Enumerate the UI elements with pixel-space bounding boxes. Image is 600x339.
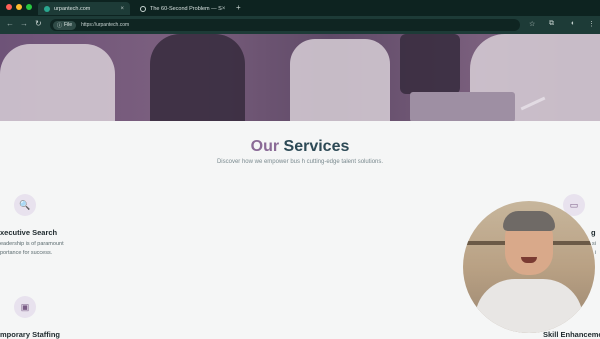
service-desc-line: eadership is of paramount: [0, 241, 64, 247]
search-icon: 🔍: [14, 194, 36, 216]
menu-icon[interactable]: ⋮: [588, 20, 595, 28]
services-subtitle: Discover how we empower bus h cutting-ed…: [216, 159, 384, 165]
service-desc-line: portance for success.: [0, 250, 53, 256]
site-favicon-icon: [44, 5, 50, 12]
tab-title: The 60-Second Problem — S: [150, 5, 222, 12]
tab-urpantech[interactable]: urpantech.com ×: [38, 2, 130, 15]
minimize-window-button[interactable]: [16, 4, 22, 10]
tab-60-second-problem[interactable]: The 60-Second Problem — S ×: [134, 2, 230, 15]
globe-icon: [140, 5, 146, 12]
heading-accent-word: Our: [250, 138, 280, 155]
close-window-button[interactable]: [6, 4, 12, 10]
service-title-executive-search: xecutive Search: [0, 228, 58, 237]
maximize-window-button[interactable]: [26, 4, 32, 10]
address-bar[interactable]: ⓘ File https://urpantech.com: [50, 19, 520, 31]
browser-chrome: urpantech.com × The 60-Second Problem — …: [0, 0, 600, 34]
heading-word: Services: [283, 138, 350, 155]
browser-toolbar: ← → ↻ ⓘ File https://urpantech.com ☆ ⧉ ◐…: [0, 16, 600, 34]
close-tab-icon[interactable]: ×: [120, 6, 124, 12]
window-controls: [6, 4, 32, 10]
chip-label: File: [64, 22, 73, 28]
tab-bar: urpantech.com × The 60-Second Problem — …: [0, 0, 600, 16]
bookmark-star-icon[interactable]: ☆: [529, 20, 535, 28]
new-tab-button[interactable]: +: [236, 3, 241, 12]
site-info-chip[interactable]: ⓘ File: [53, 20, 77, 30]
reload-button[interactable]: ↻: [35, 19, 42, 28]
presenter-video-bubble[interactable]: [463, 201, 595, 333]
hero-team-image: [0, 34, 600, 121]
close-tab-icon[interactable]: ×: [222, 6, 226, 12]
url-text[interactable]: https://urpantech.com: [81, 22, 129, 28]
forward-button[interactable]: →: [20, 19, 28, 28]
service-title-partial: g: [591, 228, 596, 237]
tab-title: urpantech.com: [54, 5, 91, 12]
service-desc-line: i: [595, 250, 597, 256]
services-heading: Our Services: [0, 138, 600, 156]
id-card-icon: ▣: [14, 296, 36, 318]
info-icon: ⓘ: [57, 22, 63, 29]
extensions-icon[interactable]: ⧉: [549, 20, 554, 28]
profile-icon[interactable]: ◐: [571, 20, 575, 27]
back-button[interactable]: ←: [6, 19, 14, 28]
